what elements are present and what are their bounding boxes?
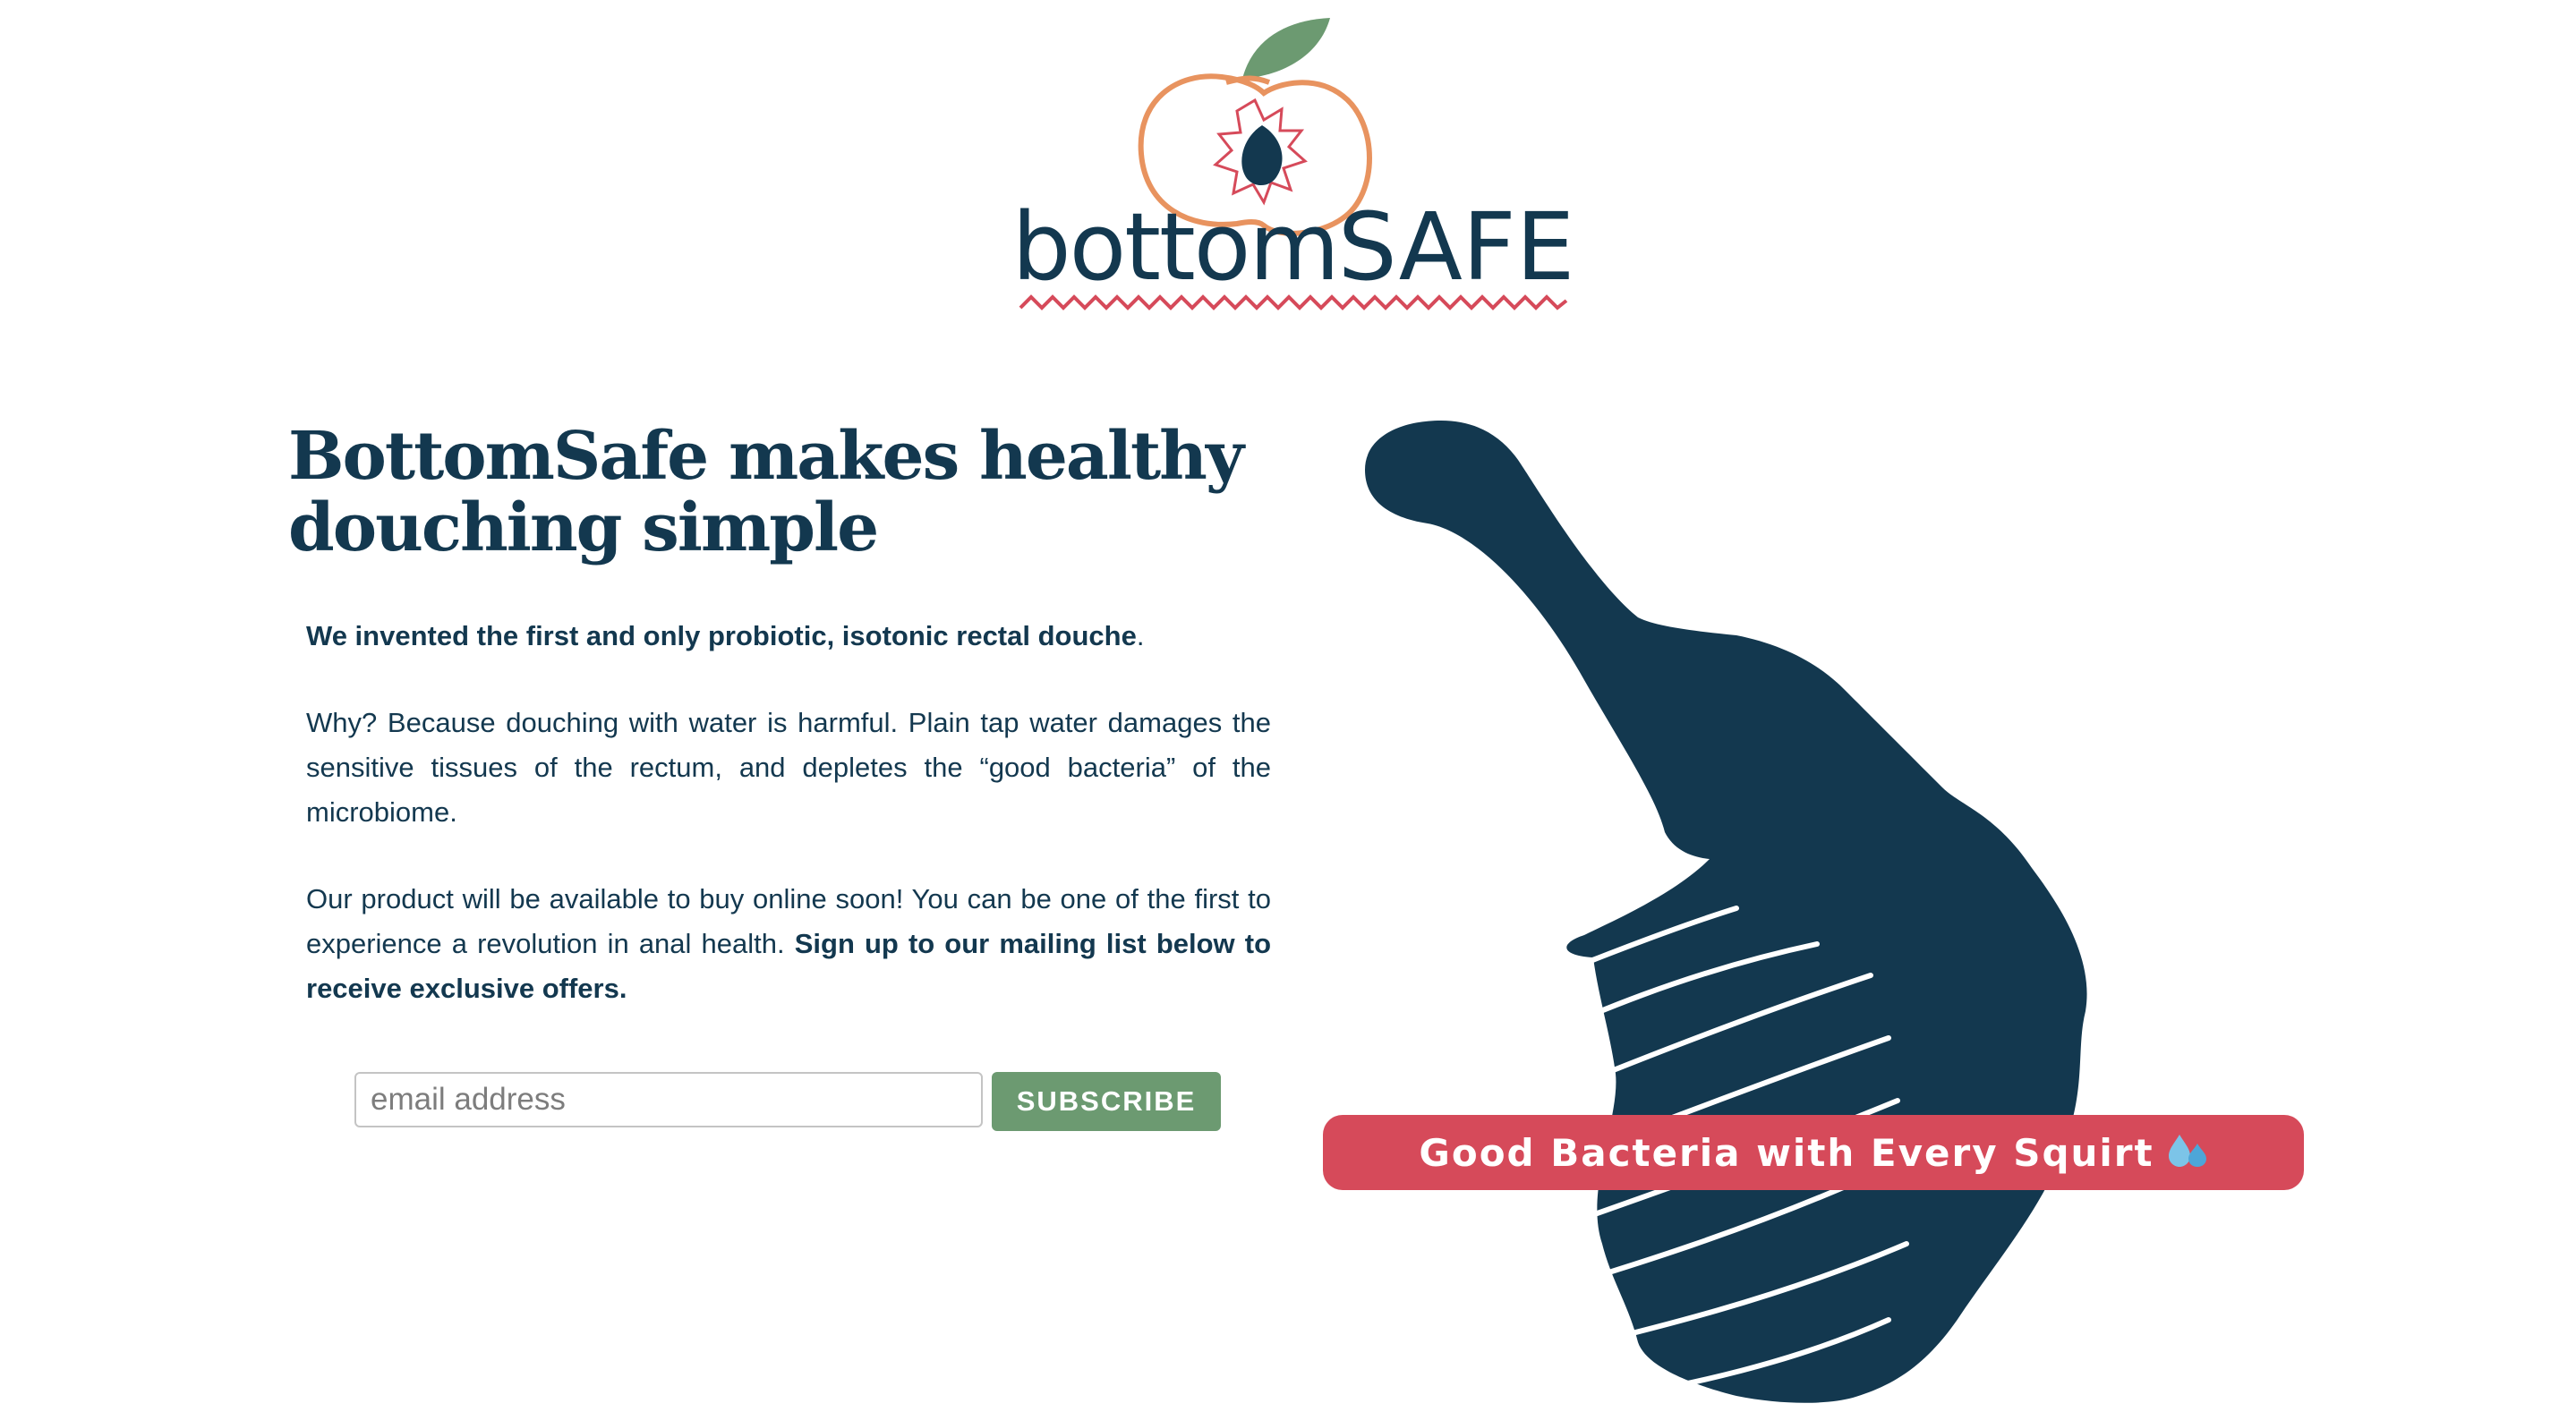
bottomsafe-logo[interactable]: bottomSAFE	[1011, 11, 1575, 324]
email-input[interactable]	[354, 1072, 983, 1127]
logo-wordmark-suffix: SAFE	[1338, 192, 1575, 302]
intro-bold-text: We invented the first and only probiotic…	[306, 620, 1137, 651]
logo-wordmark-prefix: bottom	[1012, 192, 1338, 302]
tagline-banner: Good Bacteria with Every Squirt	[1323, 1115, 2304, 1190]
intro-paragraph: We invented the first and only probiotic…	[306, 614, 1271, 659]
logo-wordmark: bottomSAFE	[1012, 192, 1575, 302]
intro-end: .	[1136, 620, 1145, 651]
douche-bulb-icon	[1365, 421, 2087, 1408]
subscribe-button[interactable]: SUBSCRIBE	[992, 1072, 1221, 1131]
mailing-list-form: SUBSCRIBE	[354, 1072, 1223, 1131]
hero-copy: We invented the first and only probiotic…	[306, 614, 1271, 1053]
availability-paragraph: Our product will be available to buy onl…	[306, 877, 1271, 1011]
banner-text: Good Bacteria with Every Squirt	[1419, 1130, 2154, 1175]
sweat-droplets-icon	[2168, 1135, 2206, 1167]
page-title: BottomSafe makes healthy douching simple	[288, 418, 1244, 566]
why-paragraph: Why? Because douching with water is harm…	[306, 707, 1271, 828]
